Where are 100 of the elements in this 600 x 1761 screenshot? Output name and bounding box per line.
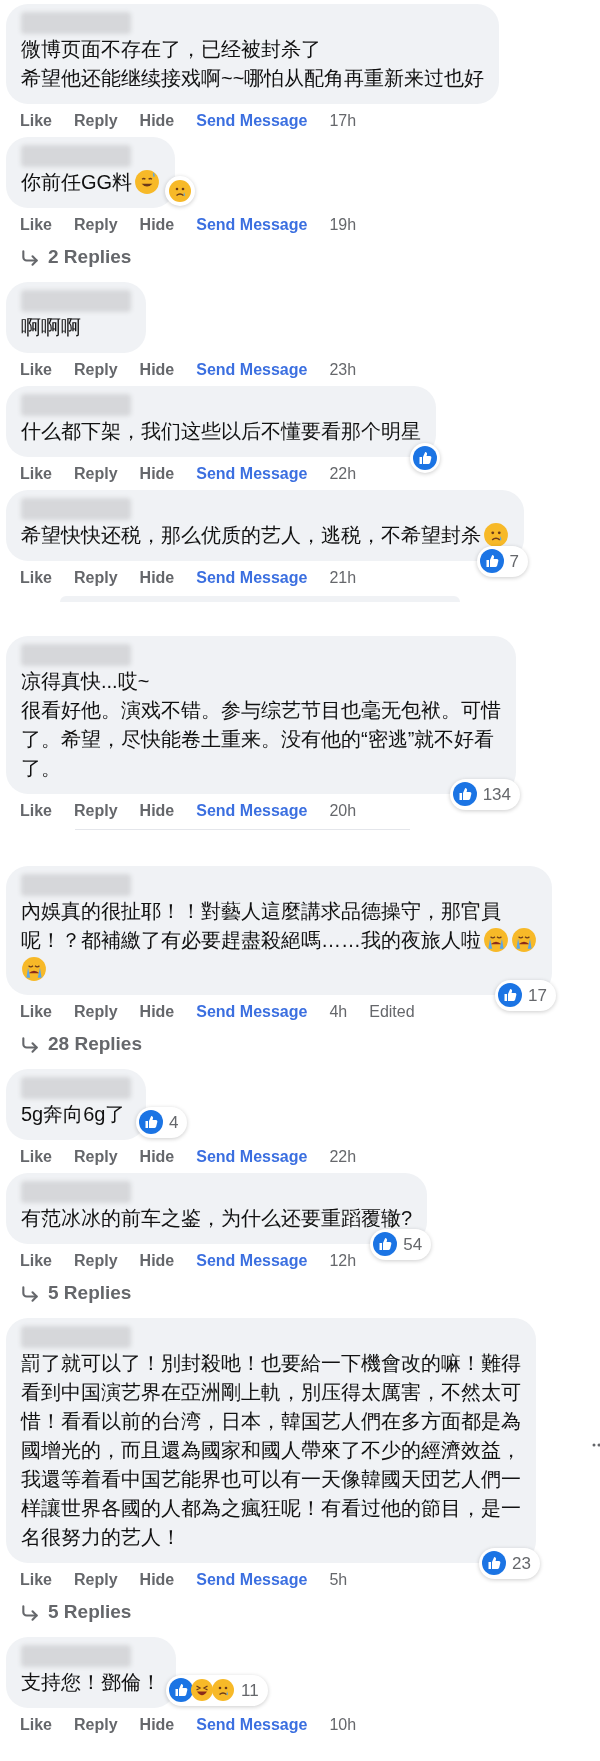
hide-link[interactable]: Hide [139,357,175,382]
like-icon [413,446,437,470]
reaction-badge[interactable]: 54 [370,1228,432,1260]
reaction-badge[interactable]: 17 [495,979,556,1011]
send-message-link[interactable]: Send Message [196,108,308,133]
cry-face-icon [21,955,47,982]
reaction-count: 134 [481,783,512,806]
comment-text: 希望他还能继续接戏啊~~哪怕从配角再重新来过也好 [21,65,485,91]
send-message-link[interactable]: Send Message [196,999,308,1024]
reply-arrow-icon [20,1034,40,1055]
like-link[interactable]: Like [20,461,52,486]
sad-face-icon [168,179,193,203]
reply-link[interactable]: Reply [74,357,118,382]
comment-text: 內娛真的很扯耶！！對藝人這麼講求品德操守，那官員 [21,898,501,924]
comment-text: 很看好他。演戏不错。参与综艺节目也毫无包袱。可惜 [21,697,501,723]
like-link[interactable]: Like [20,1144,52,1169]
reaction-count: 7 [508,550,520,573]
hide-link[interactable]: Hide [139,108,175,133]
view-replies-link[interactable]: 5 Replies [0,1596,132,1629]
send-message-link[interactable]: Send Message [196,461,308,486]
reaction-badge[interactable]: 11 [166,1674,268,1706]
like-link[interactable]: Like [20,212,52,237]
comment-time: 4h [329,1001,348,1022]
comment-time: 19h [329,214,357,235]
comment-time: 10h [329,1714,357,1735]
reply-link[interactable]: Reply [74,1248,118,1273]
sweat-smile-face-icon [134,168,161,195]
reply-link[interactable]: Reply [74,798,118,823]
reaction-badge[interactable]: 134 [449,778,520,810]
like-link[interactable]: Like [20,357,52,382]
comment-time: 12h [329,1250,357,1271]
comment-text: 凉得真快...哎~ [21,668,150,694]
hide-link[interactable]: Hide [139,1144,175,1169]
send-message-link[interactable]: Send Message [196,798,308,823]
hide-link[interactable]: Hide [139,1248,175,1273]
hide-link[interactable]: Hide [139,798,175,823]
more-icon[interactable] [592,1443,600,1447]
comment-text: 5g奔向6g了 [21,1101,126,1127]
comment-time: 5h [329,1569,348,1590]
reply-link[interactable]: Reply [74,461,118,486]
reply-arrow-icon [20,1602,40,1623]
like-link[interactable]: Like [20,108,52,133]
like-link[interactable]: Like [20,1567,52,1592]
like-icon [498,983,523,1008]
send-message-link[interactable]: Send Message [196,1144,308,1169]
send-message-link[interactable]: Send Message [196,565,308,590]
send-message-link[interactable]: Send Message [196,357,308,382]
reaction-badge[interactable]: 7 [476,545,528,577]
reply-link[interactable]: Reply [74,1567,118,1592]
hide-link[interactable]: Hide [139,461,175,486]
reaction-badge[interactable] [165,176,196,206]
like-link[interactable]: Like [20,1712,52,1737]
hide-link[interactable]: Hide [139,212,175,237]
hide-link[interactable]: Hide [139,1567,175,1592]
reply-link[interactable]: Reply [74,565,118,590]
reaction-badge[interactable]: 23 [479,1547,540,1579]
comment-time: 17h [329,110,357,131]
cry-face-icon [483,926,509,953]
comment-text: 呢！？都補繳了有必要趕盡殺絕嗎……我的夜旅人啦 [21,927,481,953]
send-message-link[interactable]: Send Message [196,1567,308,1592]
view-replies-link[interactable]: 2 Replies [0,241,132,274]
comment-text: 支持您！鄧倫！ [21,1669,161,1695]
comment-text: 看到中国演艺界在亞洲剛上軌，別压得太厲害，不然太可 [21,1379,521,1405]
sad-face-icon [211,1678,235,1703]
send-message-link[interactable]: Send Message [196,1248,308,1273]
reply-link[interactable]: Reply [74,108,118,133]
reaction-count: 54 [402,1233,424,1256]
comment-text: 我還等着看中国艺能界也可以有一天像韓國天団艺人們一 [21,1466,521,1492]
like-link[interactable]: Like [20,565,52,590]
reaction-badge[interactable] [410,443,440,473]
reply-link[interactable]: Reply [74,212,118,237]
like-icon [479,549,504,574]
comment-time: 23h [329,359,357,380]
sad-face-icon [483,521,509,548]
like-link[interactable]: Like [20,999,52,1024]
view-replies-link[interactable]: 5 Replies [0,1277,132,1310]
cry-face-icon [511,926,537,953]
comment-text: 了。 [21,755,61,781]
reaction-count: 17 [527,984,548,1007]
reaction-badge[interactable]: 4 [136,1106,188,1138]
comment-time: 22h [329,1146,357,1167]
comment-time: 20h [329,800,357,821]
comment-text: 罰了就可以了！別封殺吔！也要給一下機會改的嘛！難得 [21,1350,521,1376]
comment-text: 你前任GG料 [21,169,133,195]
send-message-link[interactable]: Send Message [196,212,308,237]
view-replies-link[interactable]: 28 Replies [0,1028,142,1061]
reply-link[interactable]: Reply [74,1712,118,1737]
like-icon [452,782,477,807]
comment-time: 21h [329,567,357,588]
comment-text: 希望快快还税，那么优质的艺人，逃税，不希望封杀 [21,522,481,548]
comment-text: 微博页面不存在了，已经被封杀了 [21,36,321,62]
like-link[interactable]: Like [20,1248,52,1273]
reply-link[interactable]: Reply [74,999,118,1024]
hide-link[interactable]: Hide [139,565,175,590]
like-link[interactable]: Like [20,798,52,823]
send-message-link[interactable]: Send Message [196,1712,308,1737]
hide-link[interactable]: Hide [139,1712,175,1737]
reply-link[interactable]: Reply [74,1144,118,1169]
comment-text: 有范冰冰的前车之鉴，为什么还要重蹈覆辙? [21,1205,413,1231]
hide-link[interactable]: Hide [139,999,175,1024]
